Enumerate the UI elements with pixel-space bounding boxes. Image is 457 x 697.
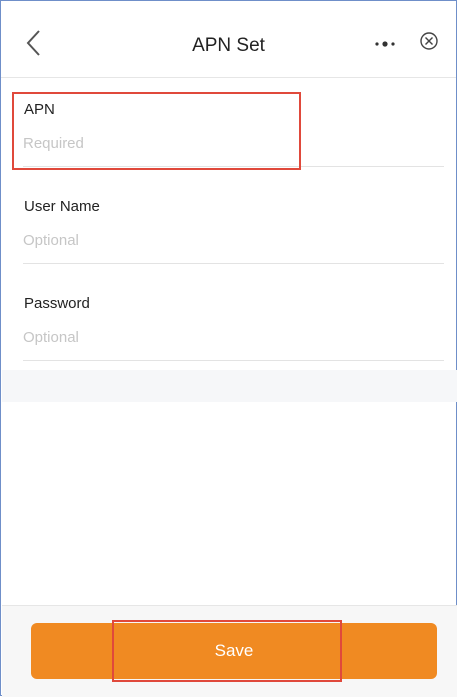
user-name-input[interactable]: [23, 228, 423, 252]
section-divider: [2, 370, 457, 402]
password-label: Password: [24, 295, 90, 312]
apn-field: APN: [23, 87, 444, 167]
more-dots-icon[interactable]: [371, 34, 399, 54]
user-name-field: User Name: [23, 184, 444, 264]
user-name-label: User Name: [24, 198, 100, 215]
password-field: Password: [23, 281, 444, 361]
password-input[interactable]: [23, 325, 423, 349]
app-screen: APN Set APN User Name Password S: [0, 0, 457, 697]
apn-label: APN: [24, 101, 55, 118]
nav-bar: APN Set: [1, 1, 456, 78]
apn-input[interactable]: [23, 131, 423, 155]
close-circle-icon[interactable]: [419, 31, 439, 51]
save-button[interactable]: Save: [31, 623, 437, 679]
